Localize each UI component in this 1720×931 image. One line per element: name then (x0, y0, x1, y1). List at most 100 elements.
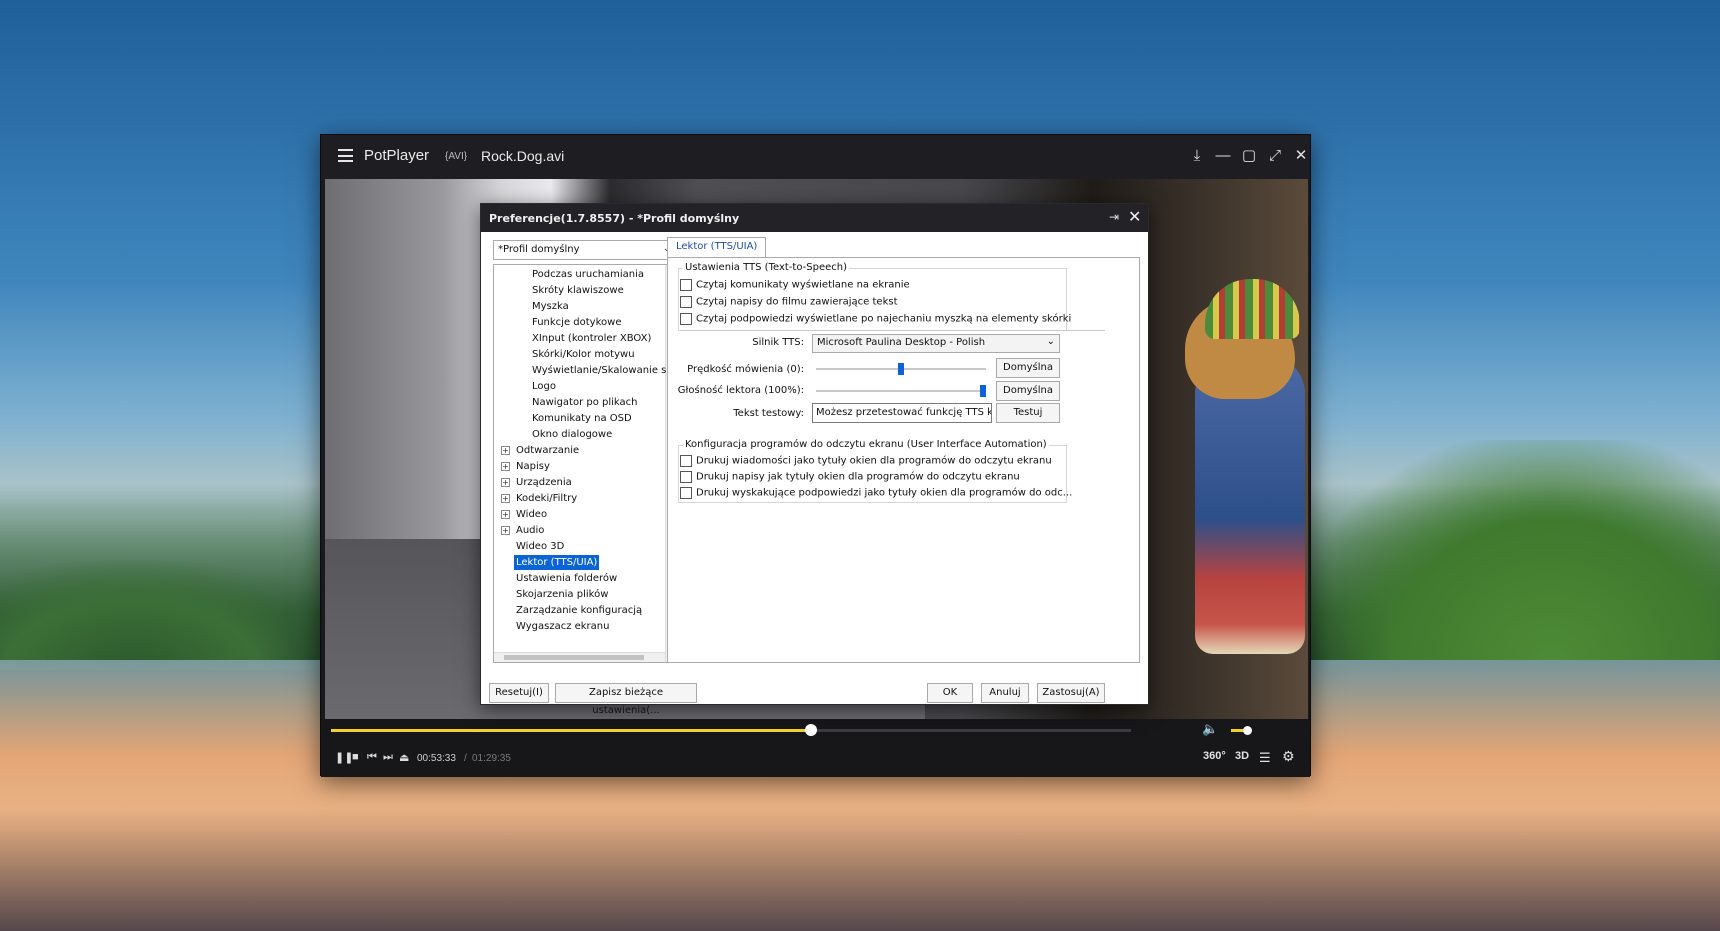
tree-item[interactable]: Napisy (516, 459, 550, 474)
tree-item[interactable]: Ustawienia folderów (516, 571, 617, 586)
apply-button[interactable]: Zastosuj(A) (1037, 683, 1105, 703)
seek-bar-fill (331, 729, 811, 732)
tree-item[interactable]: Zarządzanie konfiguracją (516, 603, 642, 618)
tab-lektor[interactable]: Lektor (TTS/UIA) (667, 237, 767, 257)
test-button[interactable]: Testuj (996, 403, 1060, 423)
tree-item[interactable]: Myszka (532, 299, 569, 314)
fullscreen-icon[interactable]: ⤢ (1265, 146, 1285, 166)
gear-icon[interactable]: ⚙ (1282, 748, 1295, 765)
tree-item[interactable]: Audio (516, 523, 544, 538)
reset-button[interactable]: Resetuj(I) (489, 683, 549, 703)
time-total: 01:29:35 (472, 753, 511, 764)
dialog-title: Preferencje(1.7.8557) - *Profil domyślny (489, 212, 740, 225)
tree-item[interactable]: Odtwarzanie (516, 443, 579, 458)
checkbox-read-osd[interactable]: Czytaj komunikaty wyświetlane na ekranie (680, 279, 910, 293)
volume-label: Głośność lektora (100%): (677, 385, 804, 396)
checkbox-box[interactable] (680, 455, 692, 467)
seek-bar[interactable] (331, 724, 1131, 736)
tts-volume-slider[interactable] (816, 385, 986, 397)
speed-slider-thumb[interactable] (898, 363, 904, 375)
dialog-titlebar[interactable]: Preferencje(1.7.8557) - *Profil domyślny… (481, 204, 1148, 232)
speed-default-button[interactable]: Domyślna (996, 358, 1060, 378)
volume-icon[interactable]: 🔈 (1202, 721, 1218, 737)
checkbox-box[interactable] (680, 313, 692, 325)
checkbox-uia-tooltips[interactable]: Drukuj wyskakujące podpowiedzi jako tytu… (680, 487, 1072, 501)
checkbox-uia-messages[interactable]: Drukuj wiadomości jako tytuły okien dla … (680, 455, 1052, 469)
360-button[interactable]: 360° (1203, 750, 1226, 762)
close-icon[interactable]: ✕ (1128, 207, 1141, 226)
test-text-input[interactable]: Możesz przetestować funkcję TTS klikając (812, 403, 992, 423)
eject-icon[interactable]: ⏏ (399, 751, 409, 764)
dialog-footer: Resetuj(I) Zapisz bieżące ustawienia(...… (481, 679, 1148, 716)
tree-item[interactable]: Komunikaty na OSD (532, 411, 632, 426)
volume-default-button[interactable]: Domyślna (996, 381, 1060, 401)
tree-item[interactable]: Okno dialogowe (532, 427, 612, 442)
checkbox-uia-subtitles[interactable]: Drukuj napisy jak tytuły okien dla progr… (680, 471, 1020, 485)
close-icon[interactable]: ✕ (1291, 146, 1311, 166)
test-text-label: Tekst testowy: (733, 408, 804, 419)
pin-icon[interactable]: ⇥ (1109, 210, 1119, 224)
checkbox-read-subtitles[interactable]: Czytaj napisy do filmu zawierające tekst (680, 296, 898, 310)
file-name: Rock.Dog.avi (481, 148, 565, 164)
tree-item[interactable]: Urządzenia (516, 475, 572, 490)
tree-item[interactable]: Skojarzenia plików (516, 587, 608, 602)
3d-button[interactable]: 3D (1235, 750, 1249, 762)
minimize-icon[interactable]: — (1213, 146, 1233, 166)
expand-icon[interactable]: + (501, 446, 510, 455)
ok-button[interactable]: OK (927, 683, 973, 703)
checkbox-box[interactable] (680, 487, 692, 499)
stop-icon[interactable]: ■ (352, 751, 359, 763)
maximize-icon[interactable]: ▢ (1239, 146, 1259, 166)
expand-icon[interactable]: + (501, 510, 510, 519)
chevron-down-icon: ⌄ (1046, 336, 1055, 347)
profile-dropdown-value: *Profil domyślny (498, 244, 580, 255)
expand-icon[interactable]: + (501, 494, 510, 503)
playlist-icon[interactable]: ☰ (1259, 750, 1271, 766)
pause-icon[interactable]: ❚❚ (335, 751, 353, 764)
speed-label: Prędkość mówienia (0): (687, 364, 804, 375)
tree-item[interactable]: Skórki/Kolor motywu (532, 347, 635, 362)
settings-tree[interactable]: Podczas uruchamiania Skróty klawiszowe Mys… (493, 264, 676, 663)
tree-item[interactable]: Podczas uruchamiania (532, 267, 644, 282)
pin-icon[interactable]: ⤓ (1187, 146, 1207, 166)
tree-item[interactable]: Wideo (516, 507, 547, 522)
tree-scroll-thumb[interactable] (504, 655, 644, 660)
time-separator: / (464, 753, 467, 764)
player-titlebar[interactable]: PotPlayer {AVI} Rock.Dog.avi ⤓ — ▢ ⤢ ✕ (321, 135, 1310, 179)
previous-icon[interactable]: ⏮ (367, 751, 377, 764)
checkbox-box[interactable] (680, 296, 692, 308)
tts-group-title: Ustawienia TTS (Text-to-Speech) (683, 262, 849, 273)
tree-item-selected[interactable]: Lektor (TTS/UIA) (514, 555, 600, 570)
next-icon[interactable]: ⏭ (383, 751, 393, 764)
hamburger-icon[interactable] (338, 149, 353, 162)
tree-item[interactable]: Wygaszacz ekranu (516, 619, 609, 634)
tree-horizontal-scrollbar[interactable] (494, 652, 665, 662)
tree-item[interactable]: Logo (532, 379, 556, 394)
time-current: 00:53:33 (417, 753, 456, 764)
cancel-button[interactable]: Anuluj (981, 683, 1029, 703)
tree-item[interactable]: Kodeki/Filtry (516, 491, 577, 506)
tree-item[interactable]: Nawigator po plikach (532, 395, 638, 410)
tree-item[interactable]: Wideo 3D (516, 539, 564, 554)
tree-item[interactable]: Skróty klawiszowe (532, 283, 624, 298)
checkbox-box[interactable] (680, 279, 692, 291)
speed-slider[interactable] (816, 363, 986, 375)
tree-item[interactable]: XInput (kontroler XBOX) (532, 331, 651, 346)
expand-icon[interactable]: + (501, 526, 510, 535)
checkbox-read-tooltips[interactable]: Czytaj podpowiedzi wyświetlane po najech… (680, 313, 1071, 327)
profile-dropdown[interactable]: *Profil domyślny ⌄ (493, 240, 676, 260)
tts-engine-value: Microsoft Paulina Desktop - Polish (817, 337, 986, 348)
tts-engine-dropdown[interactable]: Microsoft Paulina Desktop - Polish ⌄ (812, 334, 1060, 353)
volume-slider[interactable] (1231, 726, 1252, 735)
expand-icon[interactable]: + (501, 478, 510, 487)
player-controls: 🔈 ❚❚ ■ ⏮ ⏭ ⏏ 00:53:33 / 01:29:35 360° 3D… (321, 719, 1310, 777)
tts-volume-slider-thumb[interactable] (979, 385, 986, 397)
checkbox-box[interactable] (680, 471, 692, 483)
app-name: PotPlayer (364, 147, 430, 164)
tree-item[interactable]: Funkcje dotykowe (532, 315, 621, 330)
preferences-dialog: Preferencje(1.7.8557) - *Profil domyślny… (480, 203, 1149, 716)
volume-slider-thumb[interactable] (1243, 726, 1252, 735)
expand-icon[interactable]: + (501, 462, 510, 471)
save-settings-button[interactable]: Zapisz bieżące ustawienia(... (555, 683, 697, 716)
seek-bar-thumb[interactable] (805, 724, 817, 736)
